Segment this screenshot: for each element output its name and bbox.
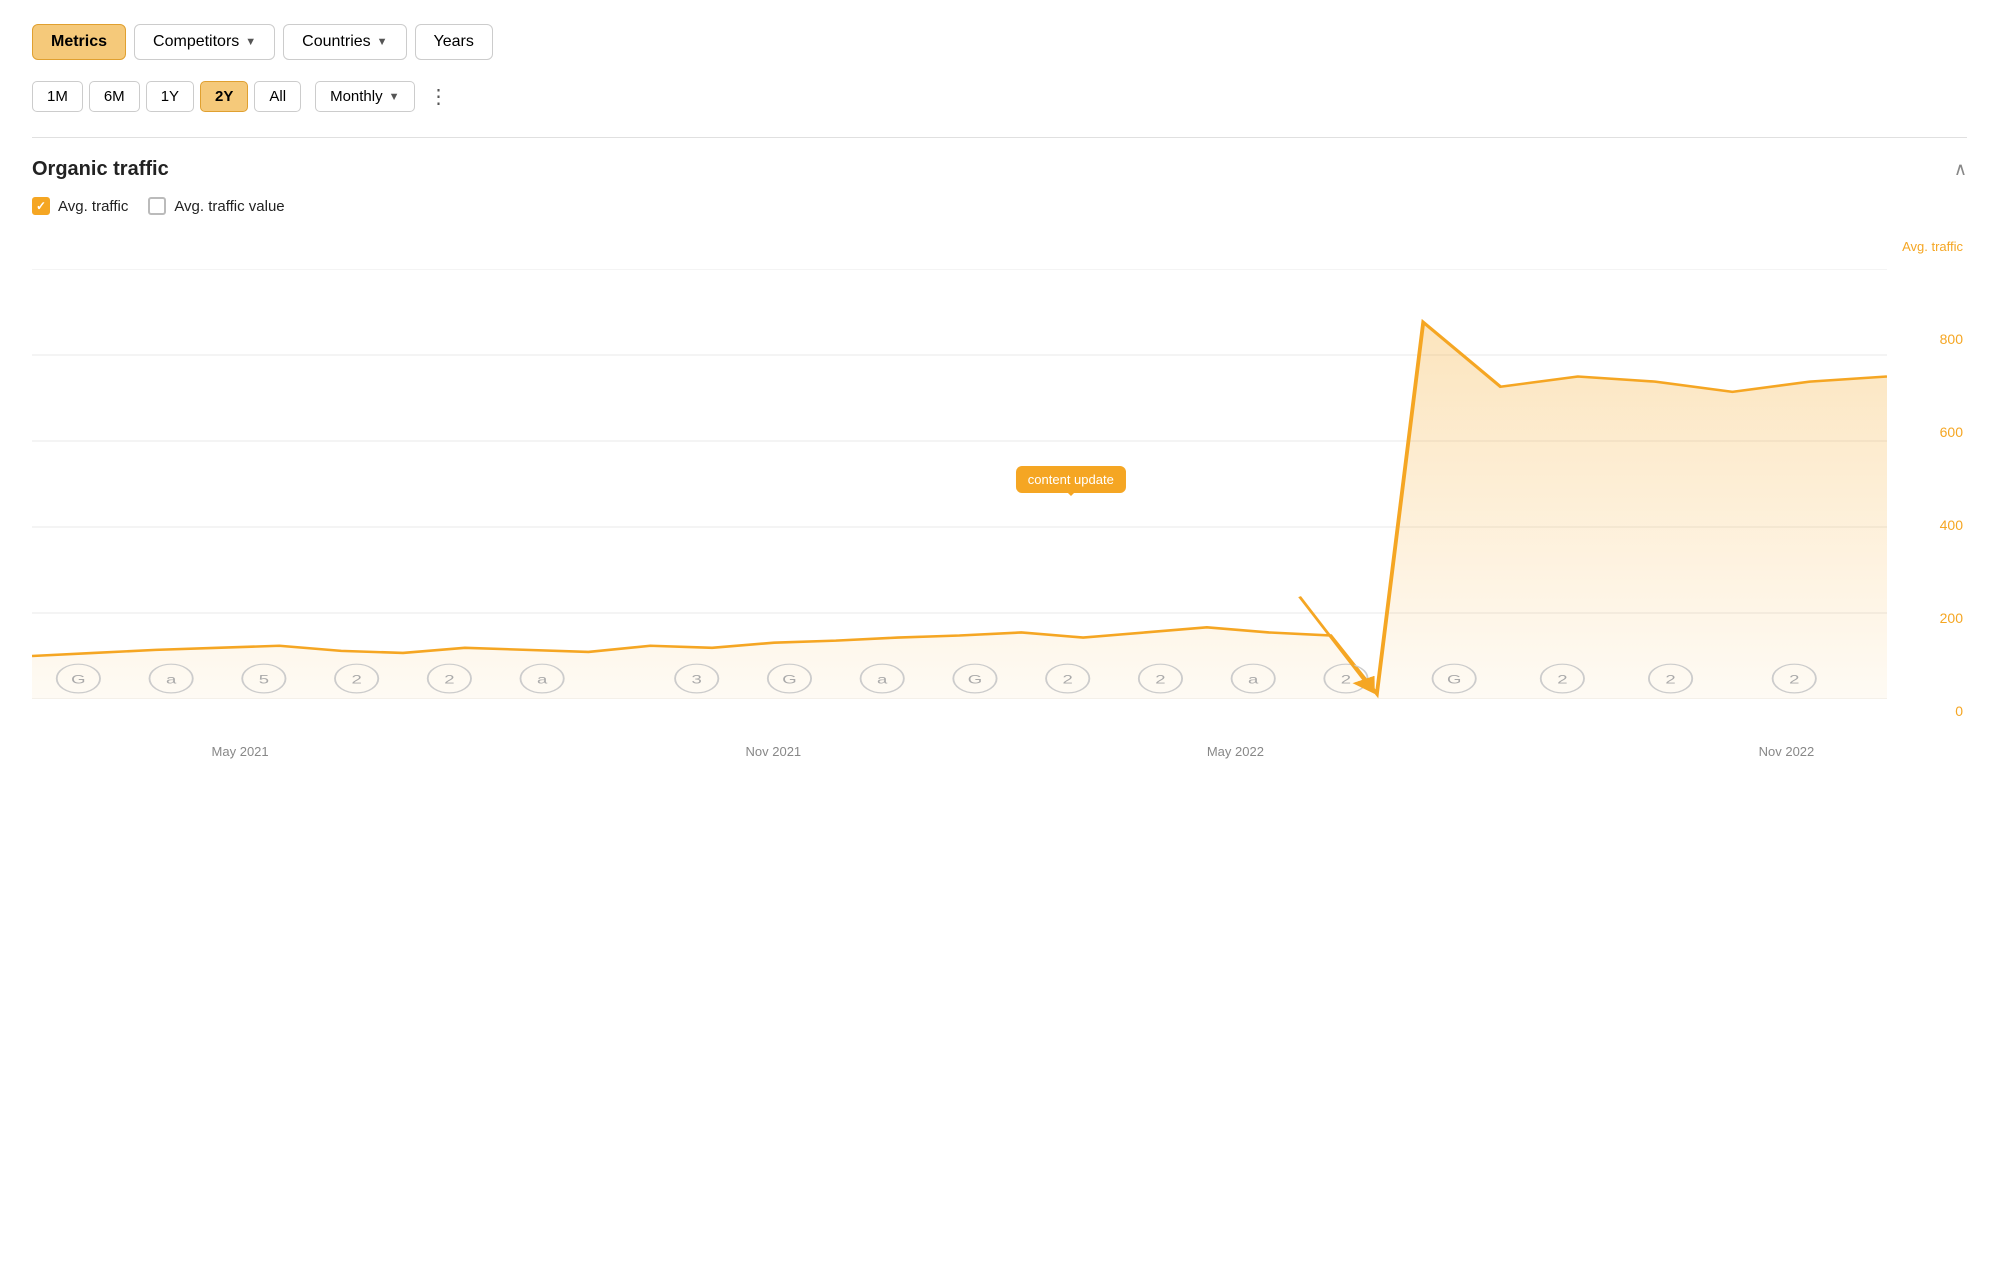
top-nav: Metrics Competitors ▼ Countries ▼ Years <box>32 24 1967 60</box>
section-header: Organic traffic ∧ <box>32 158 1967 181</box>
legend-avg-traffic-value: Avg. traffic value <box>148 197 284 215</box>
svg-text:a: a <box>1248 673 1259 686</box>
nav-countries-label: Countries <box>302 33 370 51</box>
y-tick-800: 800 <box>1940 331 1963 347</box>
granularity-dropdown[interactable]: Monthly ▼ <box>315 81 414 112</box>
svg-text:G: G <box>782 673 796 686</box>
chart-svg: G a 5 2 2 a 3 G a G <box>32 269 1887 699</box>
legend-avg-traffic: Avg. traffic <box>32 197 128 215</box>
svg-text:2: 2 <box>1341 673 1351 686</box>
y-axis: Avg. traffic 800 600 400 200 0 <box>1892 239 1967 719</box>
svg-text:3: 3 <box>692 673 703 686</box>
avg-traffic-value-checkbox[interactable] <box>148 197 166 215</box>
svg-text:2: 2 <box>1789 673 1799 686</box>
granularity-caret-icon: ▼ <box>389 91 400 103</box>
countries-caret-icon: ▼ <box>377 36 388 48</box>
y-tick-0: 0 <box>1955 703 1963 719</box>
nav-metrics[interactable]: Metrics <box>32 24 126 60</box>
nav-years[interactable]: Years <box>415 24 493 60</box>
x-label-nov2021: Nov 2021 <box>746 744 802 759</box>
x-label-may2022: May 2022 <box>1207 744 1264 759</box>
chart-container: Avg. traffic 800 600 400 200 0 <box>32 239 1967 759</box>
time-1y[interactable]: 1Y <box>146 81 194 112</box>
nav-years-label: Years <box>434 33 474 51</box>
legend: Avg. traffic Avg. traffic value <box>32 197 1967 215</box>
svg-text:2: 2 <box>1155 673 1165 686</box>
svg-text:a: a <box>877 673 888 686</box>
section-title: Organic traffic <box>32 158 169 181</box>
nav-competitors[interactable]: Competitors ▼ <box>134 24 275 60</box>
time-2y[interactable]: 2Y <box>200 81 248 112</box>
y-axis-title: Avg. traffic <box>1902 239 1963 254</box>
time-all[interactable]: All <box>254 81 301 112</box>
svg-text:2: 2 <box>351 673 361 686</box>
nav-countries[interactable]: Countries ▼ <box>283 24 406 60</box>
svg-text:5: 5 <box>259 673 270 686</box>
avg-traffic-value-label: Avg. traffic value <box>174 198 284 215</box>
svg-text:2: 2 <box>1665 673 1675 686</box>
nav-competitors-label: Competitors <box>153 33 239 51</box>
svg-text:G: G <box>968 673 982 686</box>
time-6m[interactable]: 6M <box>89 81 140 112</box>
y-tick-200: 200 <box>1940 610 1963 626</box>
svg-text:a: a <box>166 673 177 686</box>
svg-text:2: 2 <box>1063 673 1073 686</box>
more-options-button[interactable]: ⋮ <box>421 80 459 113</box>
svg-text:2: 2 <box>1557 673 1567 686</box>
y-tick-400: 400 <box>1940 517 1963 533</box>
x-label-may2021: May 2021 <box>212 744 269 759</box>
x-axis: May 2021 Nov 2021 May 2022 Nov 2022 <box>32 709 1887 759</box>
time-1m[interactable]: 1M <box>32 81 83 112</box>
time-range-bar: 1M 6M 1Y 2Y All Monthly ▼ ⋮ <box>32 80 1967 113</box>
granularity-label: Monthly <box>330 88 383 105</box>
svg-text:2: 2 <box>444 673 454 686</box>
collapse-button[interactable]: ∧ <box>1954 159 1967 180</box>
competitors-caret-icon: ▼ <box>245 36 256 48</box>
svg-text:G: G <box>1447 673 1461 686</box>
svg-text:G: G <box>71 673 85 686</box>
section-divider <box>32 137 1967 138</box>
svg-text:a: a <box>537 673 548 686</box>
nav-metrics-label: Metrics <box>51 33 107 51</box>
avg-traffic-label: Avg. traffic <box>58 198 128 215</box>
y-tick-600: 600 <box>1940 424 1963 440</box>
x-label-nov2022: Nov 2022 <box>1759 744 1815 759</box>
avg-traffic-checkbox[interactable] <box>32 197 50 215</box>
chart-area: G a 5 2 2 a 3 G a G <box>32 269 1887 699</box>
